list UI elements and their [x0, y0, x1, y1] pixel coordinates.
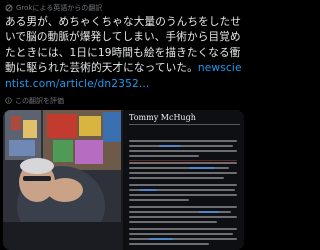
post-link-part2[interactable]: article/dn2352...: [60, 78, 150, 90]
artist-photo-image: [3, 110, 121, 250]
rate-translation[interactable]: この翻訳を評価: [5, 95, 64, 106]
media-grid[interactable]: Tommy McHugh: [3, 110, 244, 250]
info-icon: [5, 97, 12, 104]
grok-icon: [5, 4, 13, 12]
translated-by-grok[interactable]: Grokによる英語からの翻訳: [5, 2, 102, 14]
rate-translation-label: この翻訳を評価: [15, 96, 64, 105]
artist-photo[interactable]: [3, 110, 121, 250]
wiki-body-text: [129, 140, 237, 245]
wiki-title-divider: [129, 124, 240, 125]
translated-by-label: Grokによる英語からの翻訳: [16, 4, 103, 12]
wikipedia-screenshot[interactable]: Tommy McHugh: [123, 110, 244, 250]
post-text: ある男が、めちゃくちゃな大量のうんちをしたせいで脳の動脈が爆発してしまい、手術か…: [5, 15, 243, 92]
wiki-title: Tommy McHugh: [129, 113, 196, 122]
